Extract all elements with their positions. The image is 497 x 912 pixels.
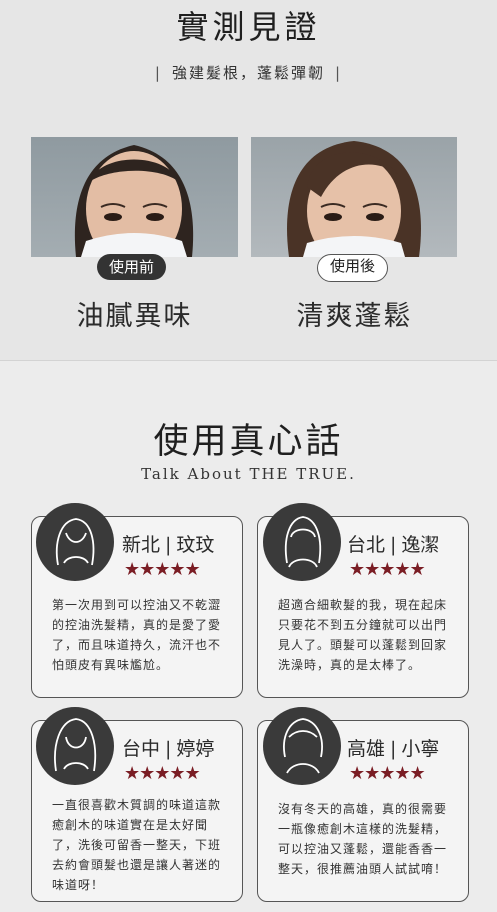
reviewer-city: 高雄 bbox=[347, 738, 386, 760]
review-text: 一直很喜歡木質調的味道這款癒創木的味道實在是太好聞了，洗後可留香一整天，下班去約… bbox=[52, 798, 222, 892]
rating-stars: ★★★★★ bbox=[349, 559, 426, 580]
reviewer-name: 新北 | 玟玟 bbox=[122, 530, 214, 557]
reviewer-nickname: 逸潔 bbox=[401, 534, 440, 556]
woman-avatar-icon bbox=[36, 503, 114, 581]
rating-stars: ★★★★★ bbox=[124, 559, 201, 580]
reviewer-city: 新北 bbox=[122, 534, 161, 556]
review-text: 沒有冬天的高雄，真的很需要一瓶像癒創木這樣的洗髮精，可以控油又蓬鬆，還能香香一整… bbox=[278, 802, 448, 876]
reviewer-city: 台中 bbox=[122, 738, 161, 760]
after-result: 清爽蓬鬆 bbox=[296, 301, 413, 332]
rating-stars: ★★★★★ bbox=[349, 763, 426, 784]
reviewer-nickname: 玟玟 bbox=[176, 534, 215, 556]
subtitle-bar-right: | bbox=[335, 64, 343, 82]
reviewer-city: 台北 bbox=[347, 534, 386, 556]
woman-avatar-icon bbox=[263, 707, 341, 785]
before-photo bbox=[31, 137, 238, 257]
review-text: 第一次用到可以控油又不乾澀的控油洗髮精，真的是愛了愛了，而且味道持久，流汗也不怕… bbox=[52, 598, 222, 672]
page-subtitle: | 強建髮根，蓬鬆彈韌 | bbox=[0, 62, 497, 83]
after-label: 使用後 bbox=[317, 254, 389, 282]
review-text: 超適合細軟髮的我，現在起床只要花不到五分鐘就可以出門見人了。頭髮可以蓬鬆到回家洗… bbox=[278, 598, 448, 672]
subtitle-bar-left: | bbox=[154, 64, 162, 82]
reviewer-name: 台北 | 逸潔 bbox=[347, 530, 439, 557]
name-separator: | bbox=[390, 534, 397, 556]
reviewer-name: 高雄 | 小寧 bbox=[347, 734, 439, 761]
before-label: 使用前 bbox=[97, 254, 167, 280]
page-title: 實測見證 bbox=[176, 8, 321, 46]
woman-avatar-icon bbox=[36, 707, 114, 785]
testimonials-subtitle: Talk About THE TRUE. bbox=[141, 465, 356, 483]
before-result: 油膩異味 bbox=[76, 301, 193, 332]
subtitle-text: 強建髮根，蓬鬆彈韌 bbox=[171, 64, 325, 82]
reviewer-nickname: 婷婷 bbox=[176, 738, 215, 760]
name-separator: | bbox=[165, 738, 172, 760]
rating-stars: ★★★★★ bbox=[124, 763, 201, 784]
reviewer-name: 台中 | 婷婷 bbox=[122, 734, 214, 761]
testimonials-title: 使用真心話 bbox=[153, 422, 344, 462]
name-separator: | bbox=[390, 738, 397, 760]
after-photo bbox=[251, 137, 457, 257]
reviewer-nickname: 小寧 bbox=[401, 738, 440, 760]
name-separator: | bbox=[165, 534, 172, 556]
woman-avatar-icon bbox=[263, 503, 341, 581]
